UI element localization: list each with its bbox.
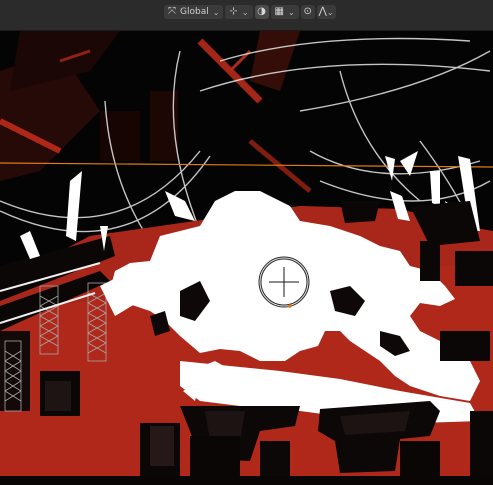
magnet-icon: ◑ [257, 6, 266, 17]
chevron-down-icon: ⌄ [326, 7, 334, 17]
snap-toggle[interactable]: ◑ [254, 5, 269, 19]
pivot-point-dropdown[interactable]: ⊹ ⌄ [225, 5, 253, 19]
orientation-label: Global [180, 7, 209, 17]
pivot-icon: ⊹ [229, 6, 238, 17]
snap-target-dropdown[interactable]: ▦ ⌄ [270, 5, 299, 19]
proportional-edit-toggle[interactable]: ⊙ [300, 5, 315, 19]
grid-snap-icon: ▦ [274, 6, 284, 17]
falloff-dropdown[interactable]: ⋀ ⌄ [316, 5, 336, 19]
3d-viewport[interactable] [0, 31, 493, 485]
header-controls: ⤧ Global ⌄ ⊹ ⌄ ◑ ▦ ⌄ ⊙ ⋀ ⌄ [164, 5, 336, 19]
transform-orientation-dropdown[interactable]: ⤧ Global ⌄ [164, 5, 224, 19]
circle-dot-icon: ⊙ [303, 6, 312, 17]
viewport-render [0, 31, 493, 485]
falloff-curve-icon: ⋀ [318, 6, 327, 17]
blender-window: ⤧ Global ⌄ ⊹ ⌄ ◑ ▦ ⌄ ⊙ ⋀ ⌄ [0, 0, 493, 485]
chevron-down-icon: ⌄ [212, 7, 220, 17]
chevron-down-icon: ⌄ [287, 7, 295, 17]
chevron-down-icon: ⌄ [241, 7, 249, 17]
orientation-icon: ⤧ [168, 6, 176, 17]
viewport-header: ⤧ Global ⌄ ⊹ ⌄ ◑ ▦ ⌄ ⊙ ⋀ ⌄ [0, 0, 493, 31]
